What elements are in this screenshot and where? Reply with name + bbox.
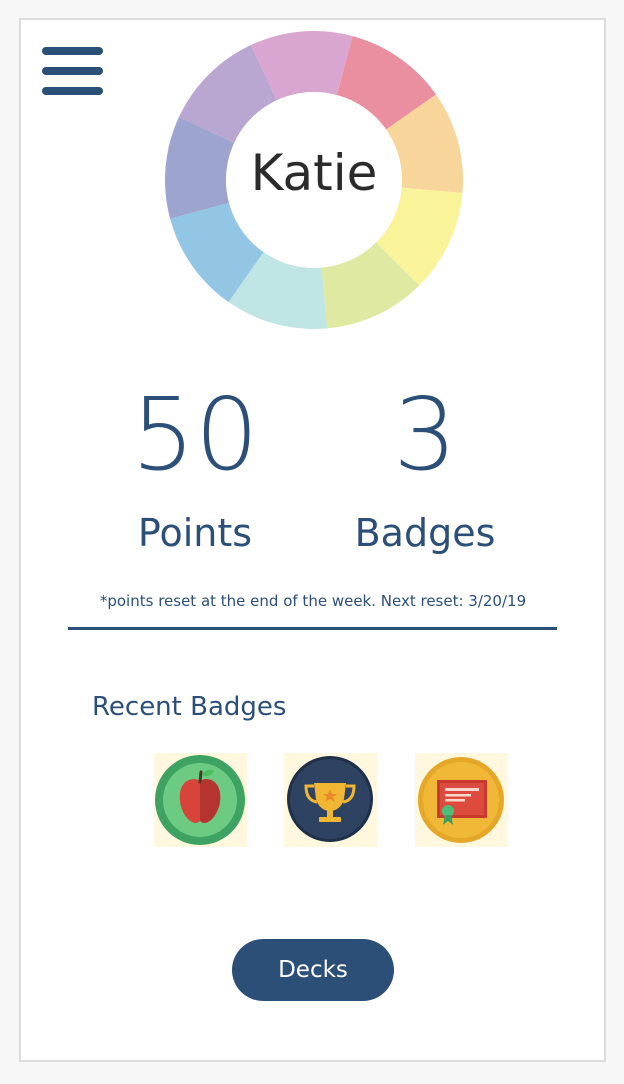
divider [68, 627, 557, 630]
certificate-badge[interactable] [415, 753, 508, 847]
badges-label: Badges [354, 511, 496, 555]
reset-note: *points reset at the end of the week. Ne… [99, 592, 527, 610]
badges-value: 3 [393, 376, 457, 493]
decks-button[interactable]: Decks [232, 939, 394, 1001]
trophy-badge[interactable] [284, 753, 377, 847]
points-value: 50 [131, 376, 259, 493]
profile-name: Katie [250, 144, 378, 202]
apple-icon [155, 755, 245, 845]
trophy-icon [287, 756, 373, 842]
menu-icon[interactable] [42, 45, 104, 97]
certificate-icon [418, 757, 504, 843]
apple-badge[interactable] [154, 753, 247, 847]
points-label: Points [137, 511, 253, 555]
recent-badges-title: Recent Badges [92, 692, 287, 722]
